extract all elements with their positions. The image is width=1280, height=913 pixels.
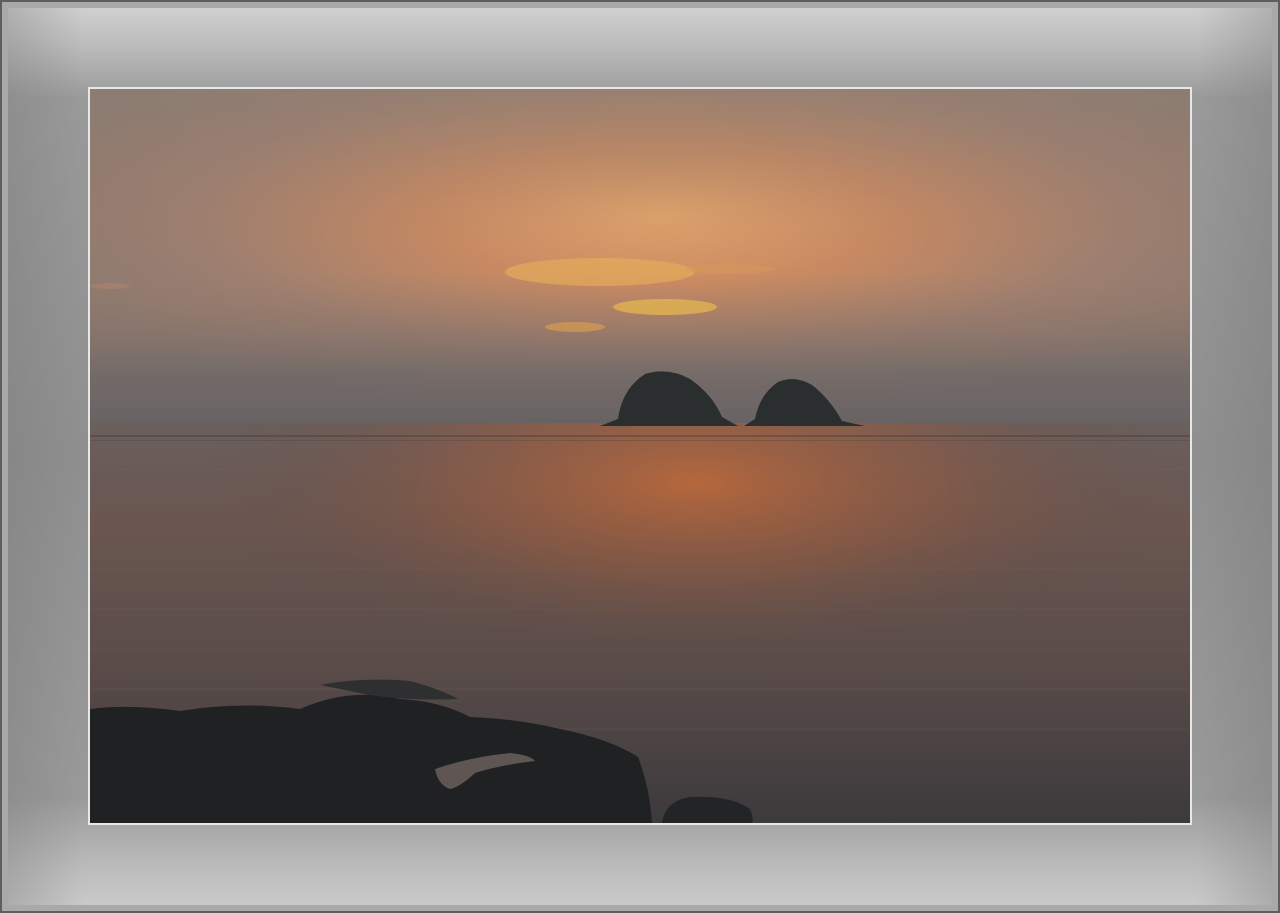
sunset-scene [90, 89, 1190, 823]
photo [88, 87, 1192, 825]
sky-haze [90, 89, 1190, 423]
